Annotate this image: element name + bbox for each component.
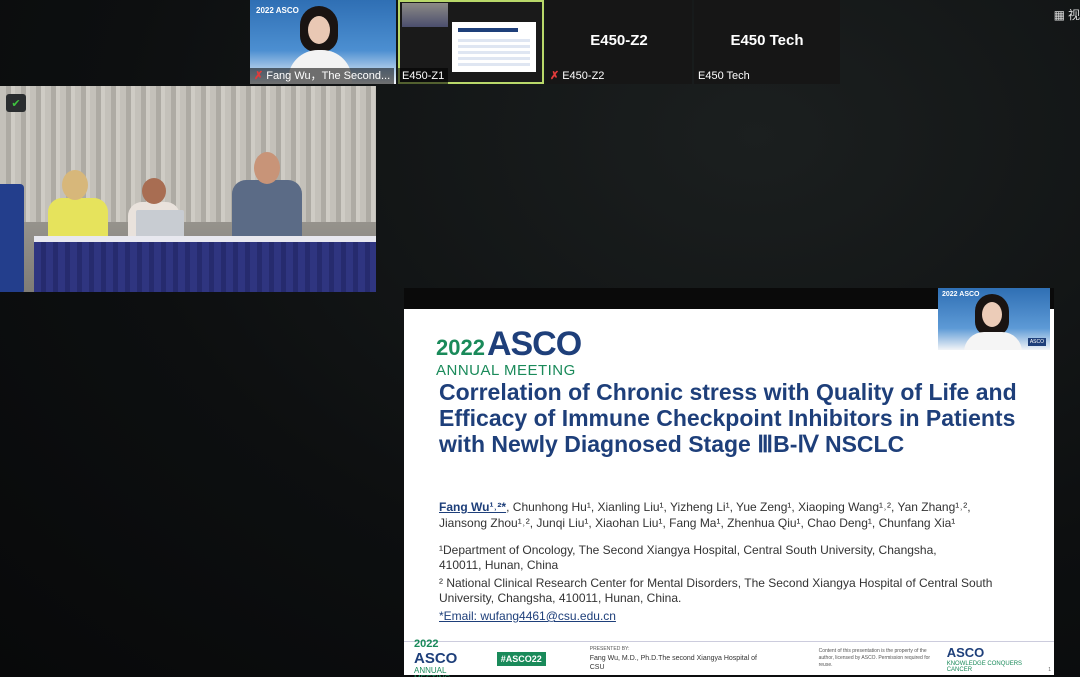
participant-name: Fang Wu，The Second... <box>266 70 391 82</box>
asco-tag: 2022 ASCO <box>942 291 980 298</box>
hashtag-badge: #ASCO22 <box>496 651 546 666</box>
logo-org: ASCO <box>486 325 582 363</box>
slide-number: 1 <box>1048 667 1051 673</box>
participant-tile-e450-z2[interactable]: E450-Z2 ✗ E450-Z2 <box>546 0 692 84</box>
contact-email: *Email: wufang4461@csu.edu.cn <box>439 609 616 623</box>
participant-label: E450 Tech <box>694 68 754 84</box>
slide-thumbnail <box>452 22 536 72</box>
participant-tile-e450-z1[interactable]: E450-Z1 <box>398 0 544 84</box>
participant-label: ✗ E450-Z2 <box>546 68 608 84</box>
footer-logo-sub: ANNUAL MEETING <box>414 665 450 677</box>
participant-strip: 2022 ASCO ✗ Fang Wu，The Second... E450-Z… <box>250 0 840 84</box>
room-thumbnail <box>402 3 448 27</box>
participant-tile-fang-wu[interactable]: 2022 ASCO ✗ Fang Wu，The Second... <box>250 0 396 84</box>
participant-big-name: E450 Tech <box>730 32 804 49</box>
asco-brand: ASCO KNOWLEDGE CONQUERS CANCER <box>947 645 1044 673</box>
laptop <box>136 210 184 238</box>
presenter-credit: PRESENTED BY: Fang Wu, M.D., Ph.D.The se… <box>590 645 765 672</box>
co-authors: , Chunhong Hu¹, Xianling Liu¹, Yizheng L… <box>439 500 971 530</box>
participant-label: ✗ Fang Wu，The Second... <box>250 68 395 84</box>
asco-corner-badge: ASCO <box>1027 338 1046 346</box>
logo-year: 2022 <box>436 335 485 360</box>
brand-tagline: KNOWLEDGE CONQUERS CANCER <box>946 660 1023 673</box>
slide-title: Correlation of Chronic stress with Quali… <box>439 379 1017 457</box>
presenter-name: Fang Wu, M.D., Ph.D.The second Xiangya H… <box>589 655 757 671</box>
presented-by-label: PRESENTED BY: <box>589 646 630 652</box>
copyright-note: Content of this presentation is the prop… <box>818 648 931 668</box>
participant-name: E450-Z1 <box>402 70 445 82</box>
footer-logo: 2022 ASCO ANNUAL MEETING <box>414 635 483 677</box>
logo-subtitle: ANNUAL MEETING <box>436 362 576 379</box>
asco-logo: 2022ASCO ANNUAL MEETING <box>436 325 582 379</box>
brand-name: ASCO <box>946 644 985 660</box>
first-author: Fang Wu¹˒²* <box>439 500 507 514</box>
participant-name: E450-Z2 <box>562 70 605 82</box>
participant-name: E450 Tech <box>698 70 750 82</box>
view-toggle-button[interactable]: ▦ 视 <box>1054 6 1080 23</box>
footer-logo-year: 2022 <box>414 637 439 650</box>
conference-room-video[interactable]: ✔ <box>0 86 376 292</box>
podium <box>0 184 24 292</box>
person-face <box>982 302 1002 327</box>
shield-check-icon: ✔ <box>6 94 26 112</box>
grid-icon: ▦ <box>1053 7 1065 22</box>
slide-footer: 2022 ASCO ANNUAL MEETING #ASCO22 PRESENT… <box>404 638 1054 677</box>
person-body <box>964 332 1022 350</box>
footer-logo-org: ASCO <box>414 649 458 667</box>
participant-big-name: E450-Z2 <box>590 32 648 49</box>
asco-tag: 2022 ASCO <box>256 6 299 15</box>
view-toggle-label: 视 <box>1067 8 1080 22</box>
mic-muted-icon: ✗ <box>254 70 264 82</box>
panel-table <box>34 242 376 292</box>
mic-muted-icon: ✗ <box>550 70 560 82</box>
participant-label: E450-Z1 <box>398 68 449 84</box>
affiliation-2: ² National Clinical Research Center for … <box>439 576 993 605</box>
presenter-pip-video[interactable]: 2022 ASCO ASCO <box>938 288 1050 350</box>
affiliation-1: ¹Department of Oncology, The Second Xian… <box>439 543 937 572</box>
author-list: Fang Wu¹˒²*, Chunhong Hu¹, Xianling Liu¹… <box>439 499 1019 531</box>
person-face <box>308 16 330 44</box>
shared-slide: 2022ASCO ANNUAL MEETING Correlation of C… <box>404 309 1054 677</box>
participant-tile-e450-tech[interactable]: E450 Tech E450 Tech <box>694 0 840 84</box>
